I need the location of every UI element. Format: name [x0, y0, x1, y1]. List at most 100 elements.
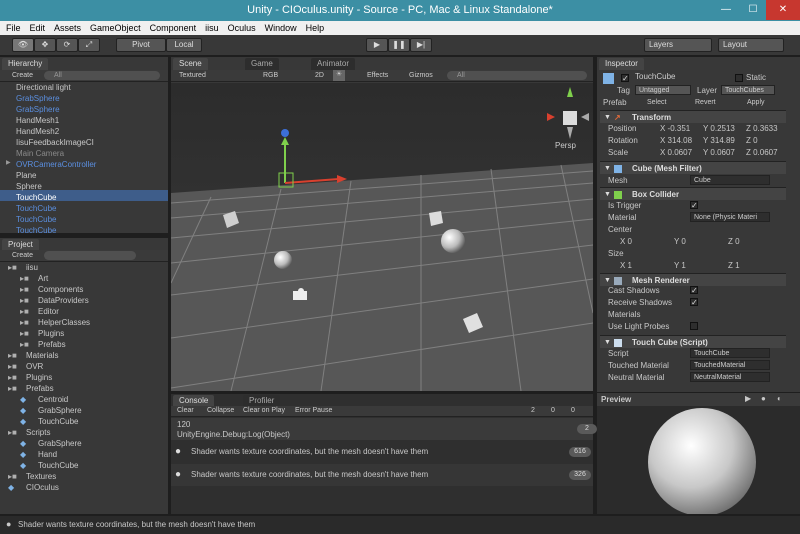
- prefab-select-button[interactable]: Select: [647, 98, 666, 108]
- project-item[interactable]: Prefabs: [26, 383, 54, 394]
- console-entry[interactable]: 120 UnityEngine.Debug:Log(Object) 2: [171, 418, 597, 440]
- project-item[interactable]: Materials: [26, 350, 58, 361]
- position-x[interactable]: X -0.351: [660, 123, 690, 134]
- transform-header[interactable]: ▼ ↗ Transform: [600, 110, 786, 123]
- mesh-filter-header[interactable]: ▼ Cube (Mesh Filter): [600, 161, 786, 174]
- project-search-input[interactable]: [44, 251, 136, 260]
- script-field[interactable]: TouchCube: [690, 348, 770, 358]
- pause-button[interactable]: ❚❚: [388, 38, 410, 52]
- menu-window[interactable]: Window: [265, 23, 297, 33]
- tab-game[interactable]: Game: [245, 58, 279, 70]
- console-entry[interactable]: ● Shader wants texture coordinates, but …: [171, 441, 593, 463]
- play-button[interactable]: ▶: [366, 38, 388, 52]
- project-item[interactable]: OVR: [26, 361, 43, 372]
- hierarchy-item[interactable]: TouchCube: [16, 214, 56, 225]
- size-y[interactable]: Y 1: [674, 260, 686, 271]
- menu-gameobject[interactable]: GameObject: [90, 23, 141, 33]
- menu-component[interactable]: Component: [150, 23, 197, 33]
- hierarchy-item[interactable]: GrabSphere: [16, 104, 60, 115]
- position-y[interactable]: Y 0.2513: [703, 123, 735, 134]
- scale-y[interactable]: Y 0.0607: [703, 147, 735, 158]
- scene-viewport[interactable]: Persp: [171, 83, 593, 391]
- hierarchy-item[interactable]: HandMesh1: [16, 115, 59, 126]
- console-entry[interactable]: ● Shader wants texture coordinates, but …: [171, 464, 593, 486]
- rotation-z[interactable]: Z 0: [746, 135, 758, 146]
- active-checkbox[interactable]: ✓: [621, 74, 629, 83]
- box-collider-header[interactable]: ▼ Box Collider: [600, 187, 786, 200]
- receive-shadows-checkbox[interactable]: ✓: [690, 298, 698, 307]
- project-item[interactable]: CIOculus: [26, 482, 59, 493]
- grab-sphere-1[interactable]: [274, 251, 292, 269]
- hierarchy-item[interactable]: TouchCube: [16, 225, 56, 236]
- menu-file[interactable]: File: [6, 23, 21, 33]
- project-create-button[interactable]: Create: [12, 251, 33, 261]
- render-mode-dropdown[interactable]: Textured: [179, 71, 206, 81]
- step-button[interactable]: ▶|: [410, 38, 432, 52]
- project-item[interactable]: HelperClasses: [38, 317, 90, 328]
- menu-oculus[interactable]: Oculus: [228, 23, 256, 33]
- menu-assets[interactable]: Assets: [54, 23, 81, 33]
- hierarchy-create-button[interactable]: Create: [12, 71, 33, 81]
- gizmos-dropdown[interactable]: Gizmos: [409, 71, 433, 81]
- project-item[interactable]: iisu: [26, 262, 38, 273]
- layer-dropdown[interactable]: TouchCubes: [721, 85, 775, 95]
- clear-button[interactable]: Clear: [177, 406, 194, 416]
- grab-sphere-2[interactable]: [441, 229, 465, 253]
- center-y[interactable]: Y 0: [674, 236, 686, 247]
- prefab-revert-button[interactable]: Revert: [695, 98, 716, 108]
- effects-dropdown[interactable]: Effects: [367, 71, 388, 81]
- tab-hierarchy[interactable]: Hierarchy: [2, 58, 49, 70]
- scene-search-input[interactable]: All: [447, 71, 587, 80]
- project-item[interactable]: GrabSphere: [38, 405, 82, 416]
- project-item[interactable]: TouchCube: [38, 460, 78, 471]
- project-item[interactable]: TouchCube: [38, 416, 78, 427]
- rotation-x[interactable]: X 314.08: [660, 135, 692, 146]
- lighting-toggle-icon[interactable]: ☀: [333, 70, 345, 81]
- tab-scene[interactable]: Scene: [173, 58, 208, 70]
- project-item[interactable]: Textures: [26, 471, 56, 482]
- touched-material-field[interactable]: TouchedMaterial: [690, 360, 770, 370]
- toggle-2d-button[interactable]: 2D: [315, 71, 324, 81]
- project-item[interactable]: Components: [38, 284, 83, 295]
- rotate-tool-button[interactable]: ⟳: [56, 38, 78, 52]
- rotation-y[interactable]: Y 314.89: [703, 135, 735, 146]
- center-z[interactable]: Z 0: [728, 236, 740, 247]
- menu-edit[interactable]: Edit: [30, 23, 46, 33]
- project-item[interactable]: Editor: [38, 306, 59, 317]
- maximize-button[interactable]: ☐: [740, 0, 766, 20]
- error-pause-button[interactable]: Error Pause: [295, 406, 332, 416]
- minimize-button[interactable]: —: [712, 0, 740, 20]
- close-button[interactable]: ✕: [766, 0, 800, 20]
- project-item[interactable]: Plugins: [38, 328, 64, 339]
- error-count[interactable]: 0: [571, 406, 575, 416]
- preview-sphere-icon[interactable]: ◐: [777, 394, 782, 403]
- materials-foldout[interactable]: Materials: [608, 309, 640, 320]
- color-channel-dropdown[interactable]: RGB: [263, 71, 278, 81]
- warn-count[interactable]: 0: [551, 406, 555, 416]
- size-x[interactable]: X 1: [620, 260, 632, 271]
- scale-tool-button[interactable]: ⤢: [78, 38, 100, 52]
- hierarchy-search-input[interactable]: All: [44, 71, 160, 80]
- neutral-material-field[interactable]: NeutralMaterial: [690, 372, 770, 382]
- status-message[interactable]: Shader wants texture coordinates, but th…: [18, 520, 255, 529]
- collapse-button[interactable]: Collapse: [207, 406, 234, 416]
- touch-cube-script-header[interactable]: ▼ Touch Cube (Script): [600, 335, 786, 348]
- project-item[interactable]: Plugins: [26, 372, 52, 383]
- mesh-field[interactable]: Cube: [690, 175, 770, 185]
- hierarchy-item[interactable]: IisuFeedbackImageCI: [16, 137, 94, 148]
- position-z[interactable]: Z 0.3633: [746, 123, 778, 134]
- clear-on-play-button[interactable]: Clear on Play: [243, 406, 285, 416]
- center-x[interactable]: X 0: [620, 236, 632, 247]
- object-name-field[interactable]: TouchCube: [632, 72, 732, 82]
- persp-label[interactable]: Persp: [555, 141, 576, 150]
- project-item[interactable]: Prefabs: [38, 339, 66, 350]
- menu-iisu[interactable]: iisu: [205, 23, 219, 33]
- project-item[interactable]: Centroid: [38, 394, 68, 405]
- expand-arrow-icon[interactable]: ▶: [6, 159, 11, 166]
- hierarchy-item[interactable]: Main Camera: [16, 148, 64, 159]
- hierarchy-item[interactable]: Sphere: [16, 181, 42, 192]
- collider-material-field[interactable]: None (Physic Materi: [690, 212, 770, 222]
- hierarchy-item[interactable]: TouchCube: [16, 203, 56, 214]
- hierarchy-item[interactable]: Plane: [16, 170, 36, 181]
- move-tool-button[interactable]: ✥: [34, 38, 56, 52]
